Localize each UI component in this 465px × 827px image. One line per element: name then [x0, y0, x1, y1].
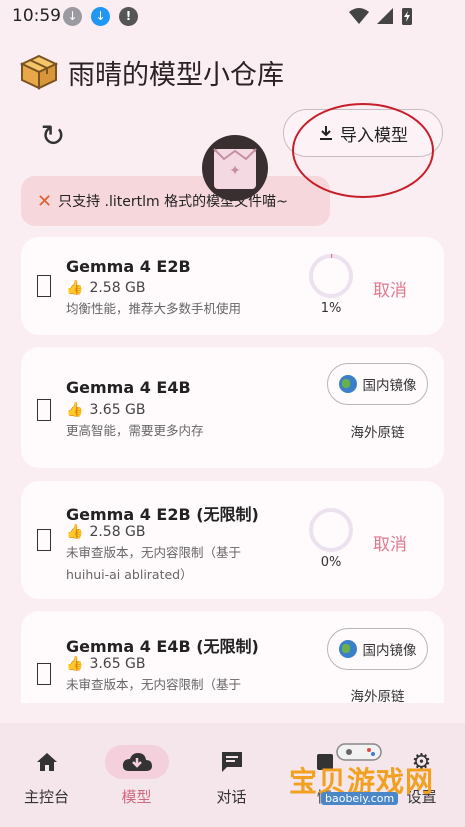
info-icon: ! [119, 7, 138, 26]
model-name: Gemma 4 E4B [66, 378, 191, 397]
mirror-download-button[interactable]: 国内镜像 [327, 628, 428, 670]
nav-item-models[interactable]: 模型 [90, 723, 183, 827]
svg-text:✦: ✦ [229, 163, 241, 179]
model-size: 👍 3.65 GB [66, 402, 146, 418]
model-card: Gemma 4 E2B 👍 2.58 GB 均衡性能，推荐大多数手机使用 1% … [21, 237, 444, 335]
globe-icon [338, 640, 357, 658]
model-description: 未审查版本，无内容限制（基于 [66, 677, 242, 692]
nav-item-dashboard[interactable]: 主控台 [0, 723, 93, 827]
import-model-label: 导入模型 [340, 125, 408, 146]
progress-ring [308, 507, 354, 553]
nav-label: 主控台 [23, 788, 69, 806]
model-size: 👍 3.65 GB [66, 656, 146, 672]
model-description-line2: huihui-ai ablirated） [66, 567, 193, 582]
progress-text: 0% [320, 555, 342, 570]
checkbox[interactable] [37, 275, 51, 297]
progress-text: 1% [320, 301, 342, 316]
progress-ring [308, 253, 354, 299]
system-indicators [347, 6, 437, 30]
refresh-button[interactable]: ↻ [34, 118, 72, 156]
model-list: Gemma 4 E2B 👍 2.58 GB 均衡性能，推荐大多数手机使用 1% … [21, 237, 444, 703]
checkbox[interactable] [37, 399, 51, 421]
origin-download-link[interactable]: 海外原链 [327, 685, 428, 703]
error-toast: ✕ 只支持 .litertlm 格式的模型文件喵~ [21, 176, 330, 226]
home-icon [15, 745, 79, 779]
mirror-download-button[interactable]: 国内镜像 [327, 363, 428, 405]
model-description: 未审查版本，无内容限制（基于 [66, 545, 242, 560]
nav-item-chat[interactable]: 对话 [185, 723, 278, 827]
thumbs-up-icon: 👍 [66, 280, 84, 296]
model-name: Gemma 4 E2B [66, 257, 191, 276]
model-card: Gemma 4 E4B 👍 3.65 GB 更高智能，需要更多内存 国内镜像 海… [21, 347, 444, 468]
signal-icon [377, 8, 393, 24]
nav-label: 对话 [216, 788, 247, 806]
thumbs-up-icon: 👍 [66, 524, 84, 540]
download-icon: ↓ [91, 7, 110, 26]
header: 雨晴的模型小仓库 [19, 52, 284, 92]
cancel-button[interactable]: 取消 [373, 530, 407, 555]
import-model-button[interactable]: 导入模型 [283, 109, 443, 157]
thumbs-up-icon: 👍 [66, 656, 84, 672]
model-name: Gemma 4 E2B (无限制) [66, 505, 259, 524]
refresh-icon: ↻ [40, 119, 66, 154]
model-size: 👍 2.58 GB [66, 280, 146, 296]
model-description: 更高智能，需要更多内存 [66, 423, 204, 438]
cancel-button[interactable]: 取消 [373, 276, 407, 301]
checkbox[interactable] [37, 663, 51, 685]
thumbs-up-icon: 👍 [66, 402, 84, 418]
globe-icon [338, 375, 357, 393]
page-title: 雨晴的模型小仓库 [68, 59, 284, 91]
model-size: 👍 2.58 GB [66, 524, 146, 540]
avatar: ✦ [202, 135, 268, 201]
watermark-url: baobeiy.com [321, 792, 399, 805]
status-time: 10:59 [12, 6, 61, 26]
wifi-icon [349, 8, 369, 24]
origin-download-link[interactable]: 海外原链 [327, 421, 428, 441]
model-card: Gemma 4 E2B (无限制) 👍 2.58 GB 未审查版本，无内容限制（… [21, 481, 444, 599]
chat-icon [200, 745, 264, 779]
download-done-icon: ↓ [63, 7, 82, 26]
close-icon: ✕ [37, 190, 53, 212]
model-card: Gemma 4 E4B (无限制) 👍 3.65 GB 未审查版本，无内容限制（… [21, 611, 444, 703]
status-bar: 10:59 ↓ ↓ ! [0, 0, 465, 32]
cloud-download-icon [104, 745, 169, 779]
model-name: Gemma 4 E4B (无限制) [66, 637, 259, 656]
watermark-logo: 宝贝游戏网 baobeiy.com [287, 740, 437, 808]
download-icon [320, 126, 332, 140]
model-description: 均衡性能，推荐大多数手机使用 [66, 301, 242, 316]
package-icon [19, 54, 59, 90]
nav-label: 模型 [121, 788, 152, 806]
checkbox[interactable] [37, 529, 51, 551]
